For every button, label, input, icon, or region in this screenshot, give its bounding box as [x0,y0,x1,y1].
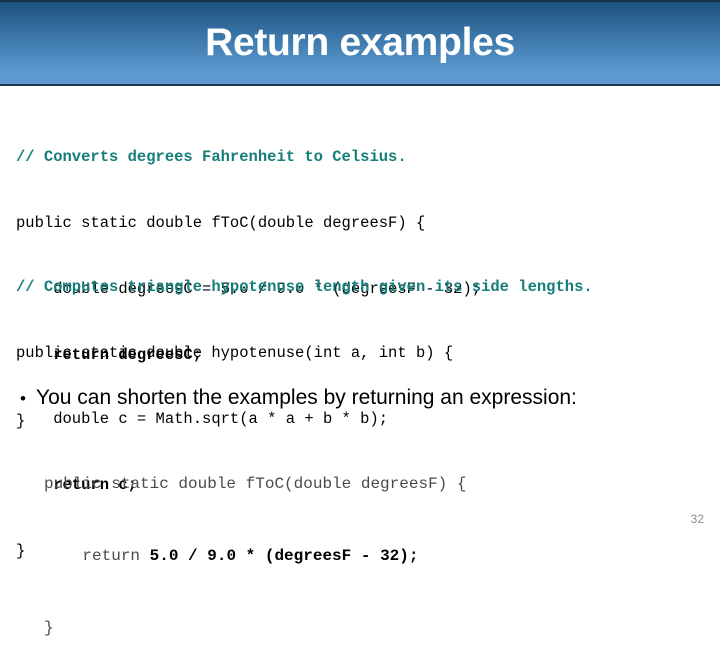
code-return-expression: 5.0 / 9.0 * (degreesF - 32); [149,547,419,565]
code-line-return: return 5.0 / 9.0 * (degreesF - 32); [44,544,466,566]
code-line-signature: public static double hypotenuse(int a, i… [16,344,454,362]
code-comment-line: // Computes triangle hypotenuse length g… [16,278,593,296]
page-number: 32 [690,512,704,526]
code-line-signature: public static double fToC(double degrees… [44,475,467,493]
code-return-keyword: return [44,547,150,565]
bullet-marker-icon: • [20,389,26,408]
code-line-close-brace: } [44,619,54,637]
page-title: Return examples [205,21,515,64]
bullet-item-label: You can shorten the examples by returnin… [36,386,577,409]
bullet-list-item: • You can shorten the examples by return… [20,386,710,410]
code-line-signature: public static double fToC(double degrees… [16,214,426,232]
slide-title-banner: Return examples [0,0,720,86]
code-comment-line: // Converts degrees Fahrenheit to Celsiu… [16,148,407,166]
code-block-ftoc-shortened: public static double fToC(double degrees… [44,422,466,663]
